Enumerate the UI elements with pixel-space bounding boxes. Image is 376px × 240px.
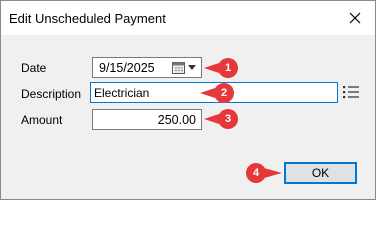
- dialog-window: Edit Unscheduled Payment Date 9/15/2025: [0, 0, 376, 200]
- callout-number: 3: [224, 113, 232, 125]
- callout-1: 1: [204, 58, 240, 78]
- callout-number: 1: [224, 62, 232, 74]
- description-label: Description: [21, 87, 82, 101]
- dialog-title: Edit Unscheduled Payment: [9, 11, 166, 26]
- close-icon: [349, 12, 361, 24]
- amount-label: Amount: [21, 113, 63, 127]
- date-value[interactable]: 9/15/2025: [99, 61, 155, 75]
- callout-2: 2: [200, 83, 236, 103]
- date-picker[interactable]: 9/15/2025: [92, 57, 202, 78]
- dropdown-arrow-icon: [188, 65, 196, 70]
- list-icon: [343, 86, 359, 99]
- callout-number: 4: [252, 167, 260, 179]
- amount-value[interactable]: 250.00: [158, 113, 196, 127]
- date-label: Date: [21, 61, 47, 75]
- title-bar: Edit Unscheduled Payment: [1, 1, 375, 35]
- calendar-dropdown-button[interactable]: [171, 60, 199, 75]
- calendar-icon: [172, 62, 185, 74]
- callout-3: 3: [204, 109, 240, 129]
- memorized-list-button[interactable]: [342, 84, 360, 100]
- close-button[interactable]: [343, 7, 367, 29]
- ok-button[interactable]: OK: [284, 162, 357, 184]
- callout-number: 2: [220, 87, 228, 99]
- amount-input[interactable]: 250.00: [92, 109, 202, 130]
- description-value[interactable]: Electrician: [94, 86, 149, 100]
- callout-4: 4: [246, 163, 282, 183]
